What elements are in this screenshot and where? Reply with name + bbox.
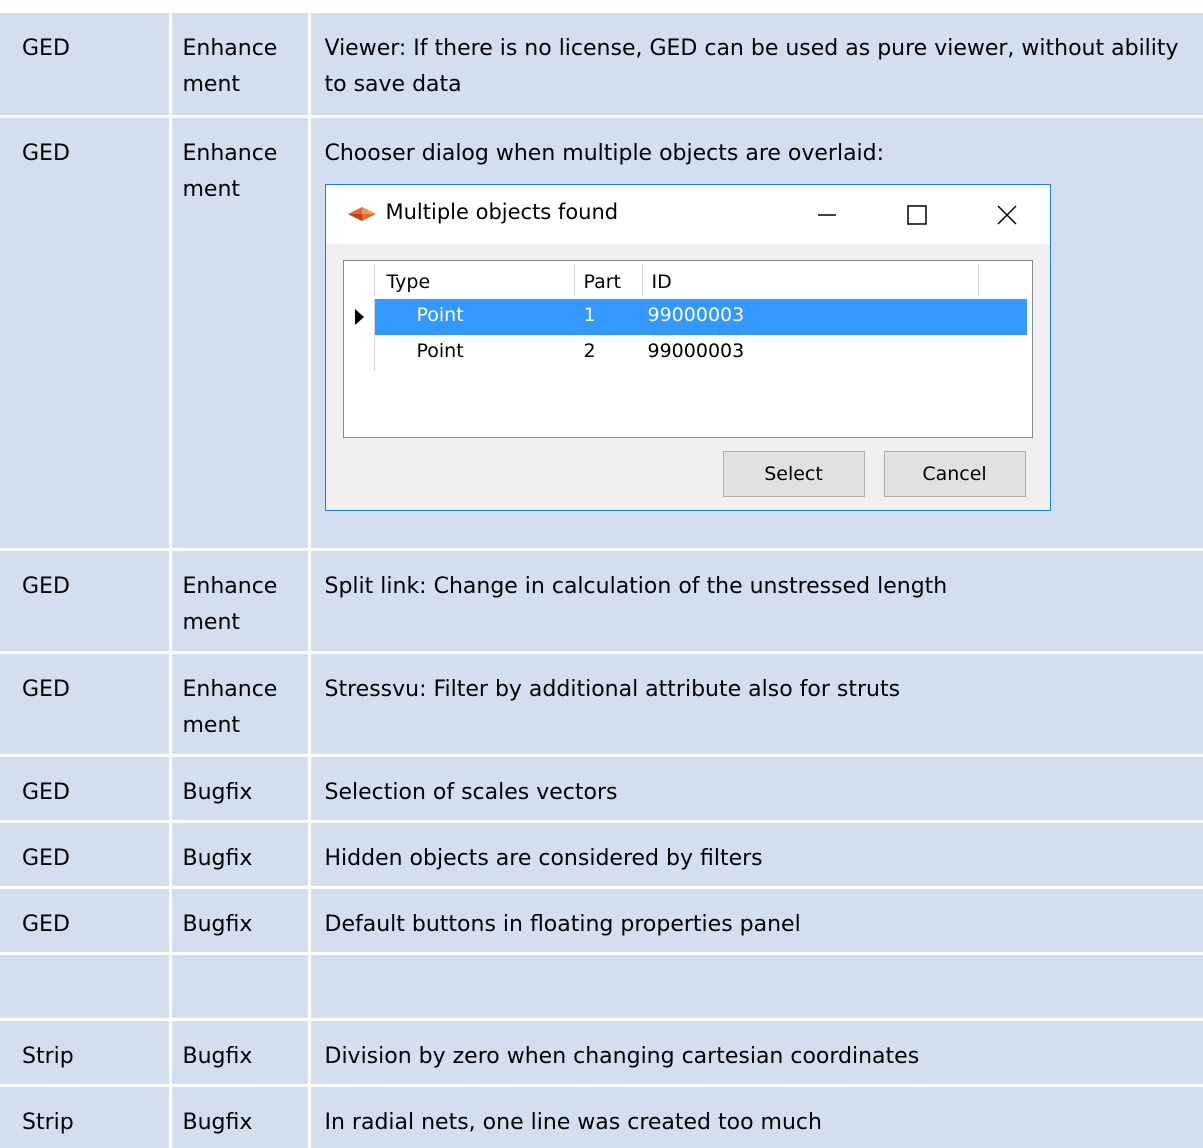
column-header-part[interactable]: Part — [584, 271, 622, 293]
table-row: GED Enhance ment Chooser dialog when mul… — [0, 116, 1203, 551]
current-row-pointer-icon — [354, 308, 364, 325]
description-cell: Selection of scales vectors — [309, 755, 1203, 823]
table-row: GED Bugfix Default buttons in floating p… — [0, 887, 1203, 955]
column-separator — [373, 263, 375, 296]
module-cell — [0, 953, 172, 1021]
module-cell: GED — [0, 755, 172, 823]
description-cell: Stressvu: Filter by additional attribute… — [309, 652, 1203, 757]
minimize-icon[interactable] — [802, 195, 852, 235]
description-cell — [309, 953, 1203, 1021]
grid-row[interactable]: Point 1 99000003 — [374, 298, 1027, 335]
objects-grid[interactable]: Type Part ID Point 1 99000003 Point 2 99… — [342, 259, 1033, 438]
type-cell: Bugfix — [170, 755, 311, 823]
description-cell: Viewer: If there is no license, GED can … — [309, 13, 1203, 118]
type-cell: Bugfix — [170, 821, 311, 889]
description-cell: In radial nets, one line was created too… — [309, 1085, 1203, 1148]
maximize-icon[interactable] — [892, 195, 942, 235]
module-cell: GED — [0, 652, 172, 757]
type-cell — [170, 953, 311, 1021]
type-cell: Enhance ment — [170, 549, 311, 654]
row-type: Point — [416, 339, 464, 362]
type-cell: Bugfix — [170, 887, 311, 955]
row-part: 2 — [583, 339, 596, 362]
dialog-titlebar: Multiple objects found — [325, 184, 1050, 244]
type-cell: Bugfix — [170, 1085, 311, 1148]
module-cell: GED — [0, 116, 172, 551]
type-cell: Enhance ment — [170, 13, 311, 118]
table-row — [0, 953, 1203, 1021]
column-separator — [573, 263, 575, 296]
column-separator — [641, 263, 643, 296]
column-separator — [977, 263, 979, 296]
module-cell: GED — [0, 887, 172, 955]
type-cell: Bugfix — [170, 1019, 311, 1087]
table-row: GED Enhance ment Viewer: If there is no … — [0, 13, 1203, 118]
module-cell: GED — [0, 549, 172, 654]
type-cell: Enhance ment — [170, 116, 311, 551]
grid-row[interactable]: Point 2 99000003 — [375, 335, 1027, 371]
document-page: GED Enhance ment Viewer: If there is no … — [0, 0, 1203, 1148]
table-row: GED Bugfix Selection of scales vectors — [0, 755, 1203, 823]
column-header-type[interactable]: Type — [387, 271, 431, 293]
multiple-objects-dialog: Multiple objects found Type Part ID Poin… — [324, 183, 1051, 511]
description-text: Chooser dialog when multiple objects are… — [324, 140, 885, 166]
select-button[interactable]: Select — [722, 450, 865, 497]
type-cell: Enhance ment — [170, 652, 311, 757]
column-header-id[interactable]: ID — [652, 271, 672, 293]
module-cell: GED — [0, 13, 172, 118]
orange-app-icon — [347, 206, 376, 221]
row-id: 99000003 — [647, 339, 745, 362]
table-row: GED Enhance ment Stressvu: Filter by add… — [0, 652, 1203, 757]
changelog-table: GED Enhance ment Viewer: If there is no … — [0, 13, 1203, 1148]
description-cell: Chooser dialog when multiple objects are… — [309, 116, 1203, 551]
row-part: 1 — [583, 303, 596, 326]
description-cell: Division by zero when changing cartesian… — [309, 1019, 1203, 1087]
table-row: GED Bugfix Hidden objects are considered… — [0, 821, 1203, 889]
dialog-title: Multiple objects found — [385, 199, 619, 224]
description-cell: Split link: Change in calculation of the… — [309, 549, 1203, 654]
table-row: GED Enhance ment Split link: Change in c… — [0, 549, 1203, 654]
module-cell: GED — [0, 821, 172, 889]
table-row: Strip Bugfix Division by zero when chang… — [0, 1019, 1203, 1087]
row-id: 99000003 — [647, 303, 745, 326]
row-type: Point — [416, 303, 464, 326]
table-row: Strip Bugfix In radial nets, one line wa… — [0, 1085, 1203, 1148]
close-icon[interactable] — [982, 195, 1032, 235]
description-cell: Hidden objects are considered by filters — [309, 821, 1203, 889]
description-cell: Default buttons in floating properties p… — [309, 887, 1203, 955]
cancel-button[interactable]: Cancel — [883, 450, 1026, 497]
grid-header: Type Part ID — [344, 261, 1032, 299]
module-cell: Strip — [0, 1085, 172, 1148]
module-cell: Strip — [0, 1019, 172, 1087]
